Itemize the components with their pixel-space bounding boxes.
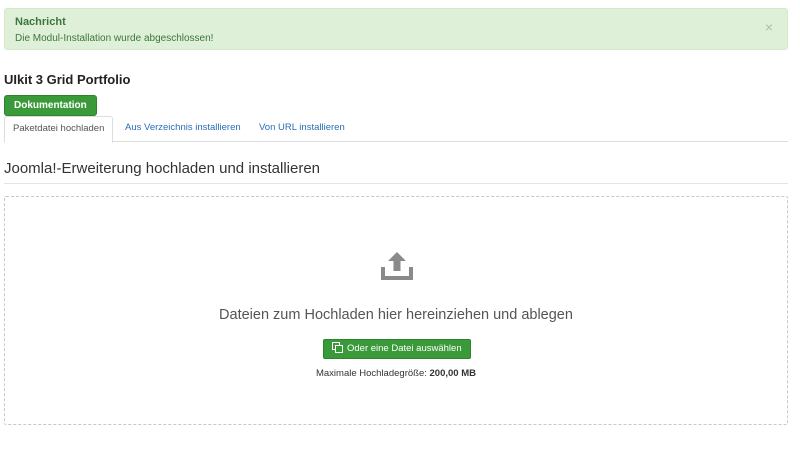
tab-install-from-url[interactable]: Von URL installieren [251, 116, 353, 142]
dropzone-text: Dateien zum Hochladen hier hereinziehen … [219, 307, 573, 323]
alert-message: Die Modul-Installation wurde abgeschloss… [15, 33, 214, 44]
documentation-button[interactable]: Dokumentation [4, 95, 97, 116]
tab-install-from-folder[interactable]: Aus Verzeichnis installieren [117, 116, 249, 142]
close-icon[interactable]: × [765, 20, 773, 34]
upload-icon [379, 250, 415, 287]
section-divider [4, 183, 788, 184]
extension-title: UIkit 3 Grid Portfolio [4, 72, 131, 87]
max-size-label: Maximale Hochladegröße: [315, 368, 427, 379]
max-size-value: 200,00 MB [429, 368, 476, 379]
success-alert: Nachricht Die Modul-Installation wurde a… [4, 8, 788, 50]
alert-heading: Nachricht [15, 16, 66, 28]
max-upload-size: Maximale Hochladegröße: 200,00 MB [5, 368, 787, 379]
upload-dropzone[interactable]: Dateien zum Hochladen hier hereinziehen … [4, 196, 788, 425]
tab-upload-package[interactable]: Paketdatei hochladen [4, 116, 114, 143]
section-title: Joomla!-Erweiterung hochladen und instal… [4, 160, 321, 177]
select-file-button[interactable]: Oder eine Datei auswählen [323, 339, 471, 359]
copy-icon [332, 342, 343, 360]
select-file-label: Oder eine Datei auswählen [347, 343, 462, 354]
install-tabs: Paketdatei hochladen Aus Verzeichnis ins… [4, 116, 788, 143]
